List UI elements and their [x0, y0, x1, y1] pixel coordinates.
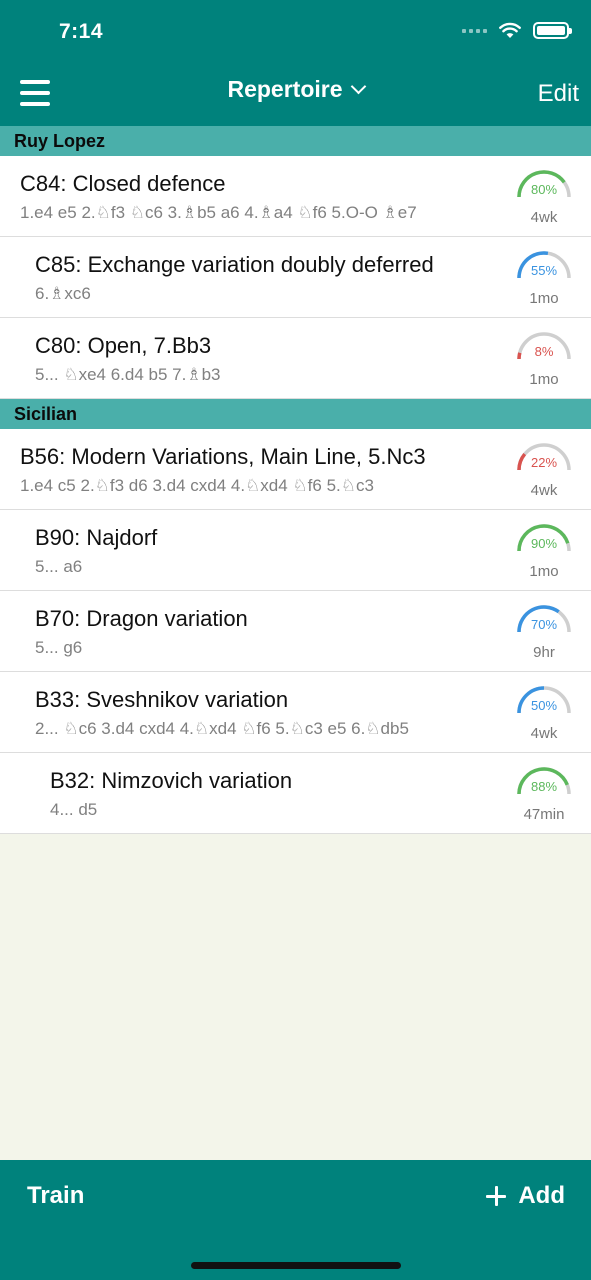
progress-percent: 22% — [530, 455, 558, 470]
progress-gauge: 22% — [515, 441, 573, 475]
opening-title: C80: Open, 7.Bb3 — [35, 333, 212, 358]
list-item[interactable]: B90: Najdorf 5... a6 90% 1mo — [0, 510, 591, 591]
section-header: Sicilian — [0, 399, 591, 429]
home-indicator — [191, 1262, 401, 1269]
opening-moves: 6.♗xc6 — [35, 284, 91, 303]
review-age: 9hr — [533, 644, 555, 661]
opening-moves: 5... ♘xe4 6.d4 b5 7.♗b3 — [35, 365, 221, 384]
status-time: 7:14 — [59, 20, 104, 43]
bottom-toolbar: Train Add — [0, 1160, 591, 1280]
opening-moves: 2... ♘c6 3.d4 cxd4 4.♘xd4 ♘f6 5.♘c3 e5 6… — [35, 719, 409, 738]
status-icons — [462, 22, 572, 39]
section-header: Ruy Lopez — [0, 126, 591, 156]
list-item[interactable]: C80: Open, 7.Bb3 5... ♘xe4 6.d4 b5 7.♗b3 8… — [0, 318, 591, 399]
repertoire-selector[interactable]: Repertoire — [0, 76, 591, 103]
progress-percent: 55% — [530, 263, 558, 278]
progress-percent: 70% — [530, 617, 558, 632]
progress-gauge: 90% — [515, 522, 573, 556]
plus-icon — [486, 1186, 507, 1206]
opening-moves: 1.e4 e5 2.♘f3 ♘c6 3.♗b5 a6 4.♗a4 ♘f6 5.O… — [20, 203, 417, 222]
add-button[interactable]: Add — [486, 1182, 565, 1210]
opening-title: C85: Exchange variation doubly deferred — [35, 252, 434, 277]
progress-percent: 50% — [530, 698, 558, 713]
chevron-down-icon — [350, 78, 366, 95]
opening-moves: 4... d5 — [50, 800, 98, 819]
progress-percent: 80% — [530, 182, 558, 197]
opening-moves: 5... a6 — [35, 557, 83, 576]
review-age: 4wk — [530, 725, 558, 742]
progress-percent: 90% — [530, 536, 558, 551]
edit-button[interactable]: Edit — [538, 80, 579, 108]
list-item[interactable]: B70: Dragon variation 5... g6 70% 9hr — [0, 591, 591, 672]
progress-gauge: 80% — [515, 168, 573, 202]
list-item[interactable]: C84: Closed defence 1.e4 e5 2.♘f3 ♘c6 3.♗… — [0, 156, 591, 237]
opening-title: B32: Nimzovich variation — [50, 768, 293, 793]
opening-moves: 1.e4 c5 2.♘f3 d6 3.d4 cxd4 4.♘xd4 ♘f6 5.… — [20, 476, 374, 495]
list-item[interactable]: B32: Nimzovich variation 4... d5 88% 47min — [0, 753, 591, 834]
top-bar: 7:14 Repertoire Edit — [0, 0, 591, 126]
wifi-icon — [499, 22, 521, 38]
review-age: 1mo — [529, 290, 559, 307]
nav-title: Repertoire — [227, 76, 343, 102]
progress-gauge: 50% — [515, 684, 573, 718]
progress-gauge: 88% — [515, 765, 573, 799]
repertoire-list: Ruy Lopez C84: Closed defence 1.e4 e5 2.♘f… — [0, 126, 591, 834]
list-item[interactable]: C85: Exchange variation doubly deferred 6… — [0, 237, 591, 318]
progress-gauge: 70% — [515, 603, 573, 637]
opening-title: B56: Modern Variations, Main Line, 5.Nc3 — [20, 444, 426, 469]
train-button[interactable]: Train — [27, 1182, 84, 1210]
add-label: Add — [518, 1182, 565, 1209]
opening-title: B33: Sveshnikov variation — [35, 687, 289, 712]
cellular-signal-icon — [462, 28, 487, 33]
review-age: 1mo — [529, 563, 559, 580]
progress-percent: 88% — [530, 779, 558, 794]
review-age: 47min — [523, 806, 565, 823]
review-age: 4wk — [530, 482, 558, 499]
review-age: 4wk — [530, 209, 558, 226]
progress-gauge: 8% — [515, 330, 573, 364]
progress-percent: 8% — [534, 344, 554, 359]
list-item[interactable]: B56: Modern Variations, Main Line, 5.Nc3… — [0, 429, 591, 510]
opening-title: B90: Najdorf — [35, 525, 158, 550]
opening-title: B70: Dragon variation — [35, 606, 248, 631]
list-item[interactable]: B33: Sveshnikov variation 2... ♘c6 3.d4 c… — [0, 672, 591, 753]
battery-icon — [533, 22, 572, 39]
opening-moves: 5... g6 — [35, 638, 83, 657]
opening-title: C84: Closed defence — [20, 171, 226, 196]
progress-gauge: 55% — [515, 249, 573, 283]
review-age: 1mo — [529, 371, 559, 388]
